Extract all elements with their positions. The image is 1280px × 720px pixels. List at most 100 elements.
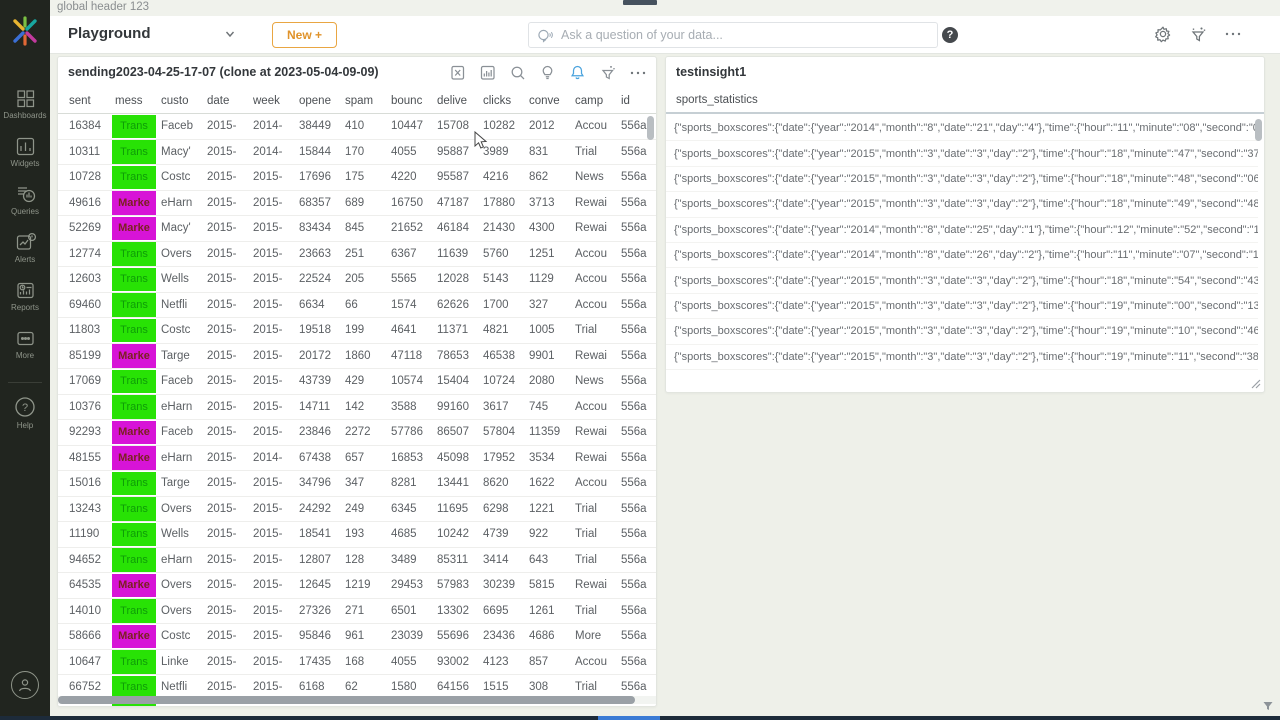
table-row[interactable]: 48155MarkeeHarn2015-2014-674386571685345… [58,446,657,472]
filter-funnel-icon[interactable] [1262,700,1274,712]
alerts-bell-icon[interactable] [569,64,586,81]
table-row[interactable]: 92293MarkeFaceb2015-2015-238462272577868… [58,420,657,446]
table-row[interactable]: 12774TransOvers2015-2015-236632516367116… [58,242,657,268]
vertical-scrollbar[interactable] [647,116,654,140]
smart-filter-icon [1189,25,1207,43]
table-row[interactable]: 16384TransFaceb2015-2014-384494101044715… [58,114,657,140]
column-header-custo[interactable]: custo [158,95,204,107]
table-cell: 2015- [250,579,296,591]
table-cell: 2015- [250,273,296,285]
table-row[interactable]: 14010TransOvers2015-2015-273262716501133… [58,599,657,625]
sidebar-item-widgets[interactable]: Widgets [0,128,50,176]
table-cell: 831 [526,146,572,158]
user-avatar[interactable] [11,671,39,699]
export-excel-icon[interactable] [449,64,466,81]
column-header-bounc[interactable]: bounc [388,95,434,107]
column-header-mess[interactable]: mess [112,95,158,107]
table-row[interactable]: 64535MarkeOvers2015-2015-126451219294535… [58,573,657,599]
table-cell: 2015- [204,324,250,336]
settings-gear-icon[interactable] [1154,25,1172,43]
filter-funnel-icon[interactable] [599,64,616,81]
column-header-sent[interactable]: sent [66,95,112,107]
column-header-opene[interactable]: opene [296,95,342,107]
new-button[interactable]: New + [272,22,337,48]
table-cell: 556a [618,350,657,362]
table-cell: 23663 [296,248,342,260]
table-row[interactable]: 10376TranseHarn2015-2015-147111423588991… [58,395,657,421]
table-row[interactable]: 11190TransWells2015-2015-185411934685102… [58,522,657,548]
table-cell: 2015- [204,401,250,413]
help-badge[interactable]: ? [942,27,958,43]
sidebar-item-reports[interactable]: Reports [0,272,50,320]
insight-json-row[interactable]: {"sports_boxscores":{"date":{"year":"201… [666,268,1258,293]
sidebar-item-dashboards[interactable]: Dashboards [0,80,50,128]
table-cell: 556a [618,477,657,489]
column-header-delive[interactable]: delive [434,95,480,107]
ask-data-search-input[interactable]: Ask a question of your data... [528,22,938,48]
insight-vertical-scrollbar[interactable] [1255,119,1262,141]
search-icon[interactable] [509,64,526,81]
column-header-spam[interactable]: spam [342,95,388,107]
sidebar-item-queries[interactable]: Queries [0,176,50,224]
message-type-badge: Marke [112,344,156,368]
column-header-camp[interactable]: camp [572,95,618,107]
table-cell: 47187 [434,197,480,209]
table-row[interactable]: 11803TransCostc2015-2015-195181994641113… [58,318,657,344]
table-row[interactable]: 58666MarkeCostc2015-2015-958469612303955… [58,624,657,650]
table-cell: 2014- [250,146,296,158]
insight-json-row[interactable]: {"sports_boxscores":{"date":{"year":"201… [666,167,1258,192]
insight-json-row[interactable]: {"sports_boxscores":{"date":{"year":"201… [666,294,1258,319]
app-logo-icon[interactable] [9,14,41,48]
table-row[interactable]: 10311TransMacy'2015-2014-158441704055958… [58,140,657,166]
sidebar-item-more[interactable]: More [0,320,50,368]
table-row[interactable]: 12603TransWells2015-2015-225242055565120… [58,267,657,293]
sidebar-item-alerts[interactable]: Alerts [0,224,50,272]
table-row[interactable]: 52269MarkeMacy'2015-2015-834348452165246… [58,216,657,242]
table-row[interactable]: 10728TransCostc2015-2015-176961754220955… [58,165,657,191]
column-header-clicks[interactable]: clicks [480,95,526,107]
insight-json-row[interactable]: {"sports_boxscores":{"date":{"year":"201… [666,345,1258,370]
insight-json-row[interactable]: {"sports_boxscores":{"date":{"year":"201… [666,319,1258,344]
table-cell: 2080 [526,375,572,387]
insights-bulb-icon[interactable] [539,64,556,81]
insight-json-row[interactable]: {"sports_boxscores":{"date":{"year":"201… [666,243,1258,268]
column-header-conve[interactable]: conve [526,95,572,107]
insight-json-row[interactable]: {"sports_boxscores":{"date":{"year":"201… [666,218,1258,243]
table-cell: Accou [572,656,618,668]
table-row[interactable]: 85199MarkeTarge2015-2015-201721860471187… [58,344,657,370]
column-header-week[interactable]: week [250,95,296,107]
table-cell: 92293 [66,426,112,438]
table-row[interactable]: 10647TransLinke2015-2015-174351684055930… [58,650,657,676]
horizontal-scrollbar-thumb[interactable] [58,696,635,704]
smart-filter-icon[interactable] [1189,25,1207,43]
message-type-badge: Trans [112,599,156,623]
table-cell: 2015- [250,554,296,566]
table-row[interactable]: 49616MarkeeHarn2015-2015-683576891675047… [58,191,657,217]
table-cell: 11803 [66,324,112,336]
more-ellipsis-icon[interactable] [629,64,646,81]
table-row[interactable]: 94652TranseHarn2015-2015-128071283489853… [58,548,657,574]
table-cell: 2272 [342,426,388,438]
column-header-date[interactable]: date [204,95,250,107]
chart-view-icon[interactable] [479,64,496,81]
table-row[interactable]: 15016TransTarge2015-2015-347963478281134… [58,471,657,497]
column-header-id[interactable]: id [618,95,657,107]
sidebar-nav: DashboardsWidgetsQueriesAlertsReportsMor… [0,80,50,368]
message-type-badge: Trans [112,650,156,674]
insight-json-row[interactable]: {"sports_boxscores":{"date":{"year":"201… [666,116,1258,141]
chevron-down-icon[interactable] [224,28,236,40]
insight-json-row[interactable]: {"sports_boxscores":{"date":{"year":"201… [666,141,1258,166]
bottom-edge-bar [0,716,1280,720]
table-cell: 45098 [434,452,480,464]
table-cell: 2015- [204,350,250,362]
more-ellipsis-icon[interactable] [1224,25,1242,43]
resize-handle-icon[interactable] [1249,377,1261,389]
table-header-row: sentmesscustodateweekopenespambouncdeliv… [58,88,657,114]
insight-json-row[interactable]: {"sports_boxscores":{"date":{"year":"201… [666,192,1258,217]
sidebar-item-help[interactable]: ? Help [0,396,50,444]
table-row[interactable]: 17069TransFaceb2015-2015-437394291057415… [58,369,657,395]
workspace-dropdown[interactable]: Playground [68,25,151,42]
table-row[interactable]: 69460TransNetfli2015-2015-66346615746262… [58,293,657,319]
table-row[interactable]: 13243TransOvers2015-2015-242922496345116… [58,497,657,523]
table-cell: 2015- [204,630,250,642]
